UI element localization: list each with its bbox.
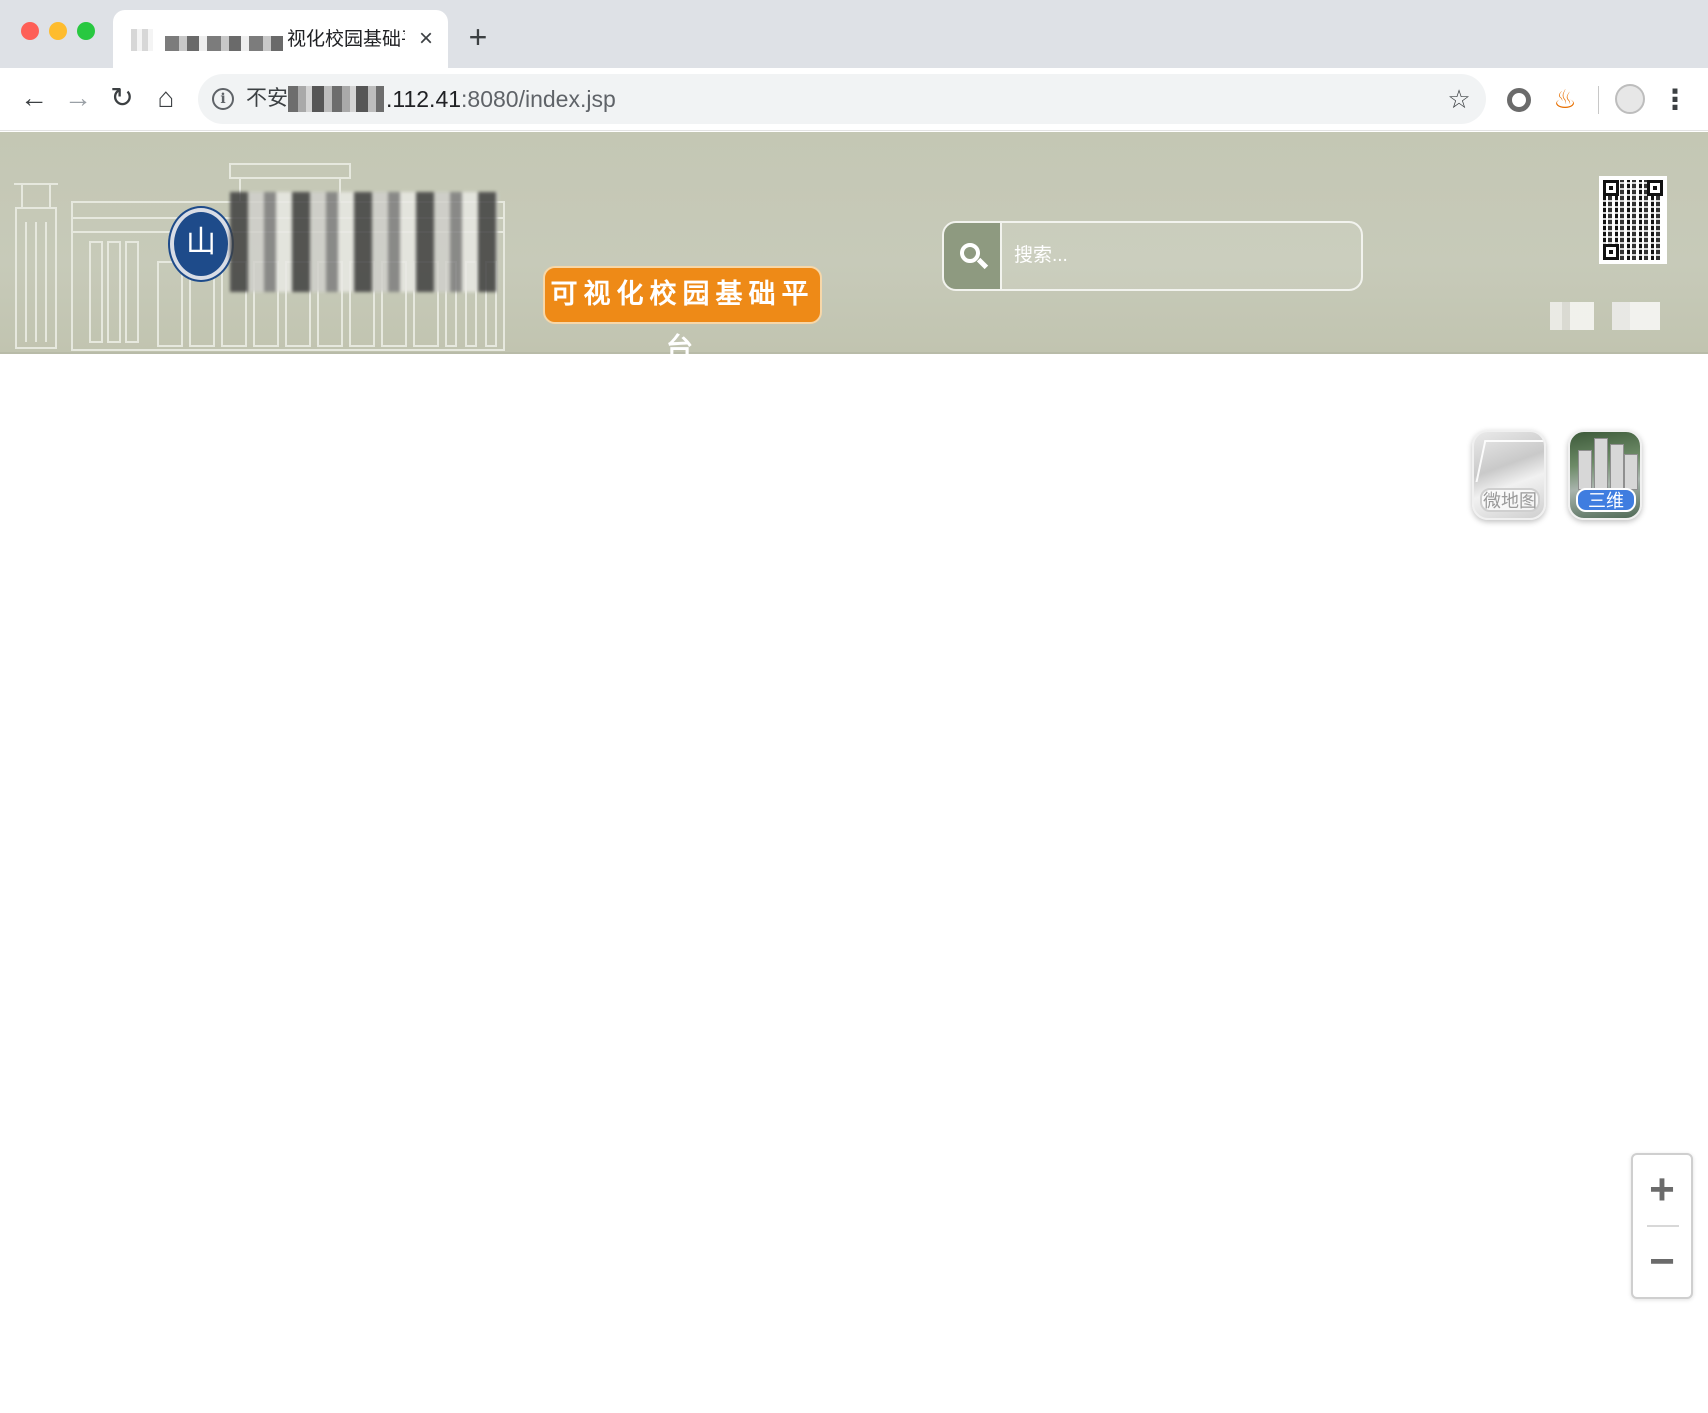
layer-label: 微地图 [1480, 488, 1540, 512]
close-window-button[interactable] [21, 22, 39, 40]
micromap-icon [1475, 440, 1544, 482]
tab-title: 视化校园基础平 [287, 29, 405, 50]
3d-buildings-icon [1594, 438, 1608, 490]
toolbar-divider [1598, 86, 1599, 114]
url-host-redacted [288, 86, 384, 112]
school-logo-glyph: 山 [186, 225, 216, 260]
qr-finder-icon [1647, 180, 1663, 196]
school-logo-icon: 山 [170, 208, 232, 280]
url-text: .112.41:8080/index.jsp [386, 85, 616, 113]
search-button[interactable] [944, 223, 1002, 289]
site-info-icon[interactable]: i [212, 88, 234, 110]
search-box [942, 221, 1363, 291]
home-button[interactable]: ⌂ [146, 78, 186, 118]
layer-micromap-button[interactable]: 微地图 [1472, 430, 1546, 520]
extension-ring-icon[interactable] [1507, 88, 1531, 112]
browser-window: 视化校园基础平 × + ← → ↻ ⌂ i 不安 .112.41:8080/in… [0, 0, 1708, 1413]
layer-label: 三维 [1576, 488, 1636, 512]
address-bar[interactable]: i 不安 .112.41:8080/index.jsp ☆ [198, 74, 1486, 124]
3d-buildings-icon [1578, 450, 1592, 490]
reload-button[interactable]: ↻ [102, 78, 142, 118]
qr-code [1599, 176, 1667, 264]
minimize-window-button[interactable] [49, 22, 67, 40]
zoom-control: + − [1631, 1153, 1693, 1299]
security-status: 不安 [246, 87, 288, 110]
tab-title-redacted [165, 36, 283, 51]
url-host: .112.41 [386, 86, 462, 112]
map-area[interactable]: 微地图 三维 + − [0, 356, 1708, 1413]
profile-avatar-icon[interactable] [1615, 84, 1645, 114]
zoom-in-button[interactable]: + [1633, 1155, 1691, 1225]
qr-finder-icon [1603, 180, 1619, 196]
user-links-redacted[interactable] [1550, 302, 1660, 330]
3d-buildings-icon [1624, 454, 1638, 490]
tab-favicon-icon [131, 29, 153, 51]
forward-button[interactable]: → [58, 78, 98, 118]
search-input[interactable] [1004, 223, 1359, 289]
search-icon-handle [976, 257, 989, 270]
back-button[interactable]: ← [14, 78, 54, 118]
qr-finder-icon [1603, 244, 1619, 260]
tab-close-button[interactable]: × [413, 26, 439, 52]
3d-buildings-icon [1610, 444, 1624, 490]
maximize-window-button[interactable] [77, 22, 95, 40]
platform-name-badge: 可视化校园基础平台 [543, 266, 822, 364]
zoom-out-button[interactable]: − [1633, 1227, 1691, 1297]
new-tab-button[interactable]: + [463, 21, 493, 53]
java-extension-icon[interactable]: ♨ [1552, 82, 1578, 116]
bookmark-star-icon[interactable]: ☆ [1444, 84, 1474, 114]
browser-toolbar: ← → ↻ ⌂ i 不安 .112.41:8080/index.jsp ☆ ♨ … [0, 68, 1708, 131]
url-path: :8080/index.jsp [461, 86, 616, 112]
browser-tab[interactable]: 视化校园基础平 × [113, 10, 448, 68]
tab-strip: 视化校园基础平 × + [0, 0, 1708, 68]
browser-menu-button[interactable]: ⋮ [1660, 80, 1690, 120]
layer-3d-button[interactable]: 三维 [1568, 430, 1642, 520]
site-header: 山 可视化校园基础平台 [0, 132, 1708, 364]
school-name-redacted [230, 192, 498, 292]
